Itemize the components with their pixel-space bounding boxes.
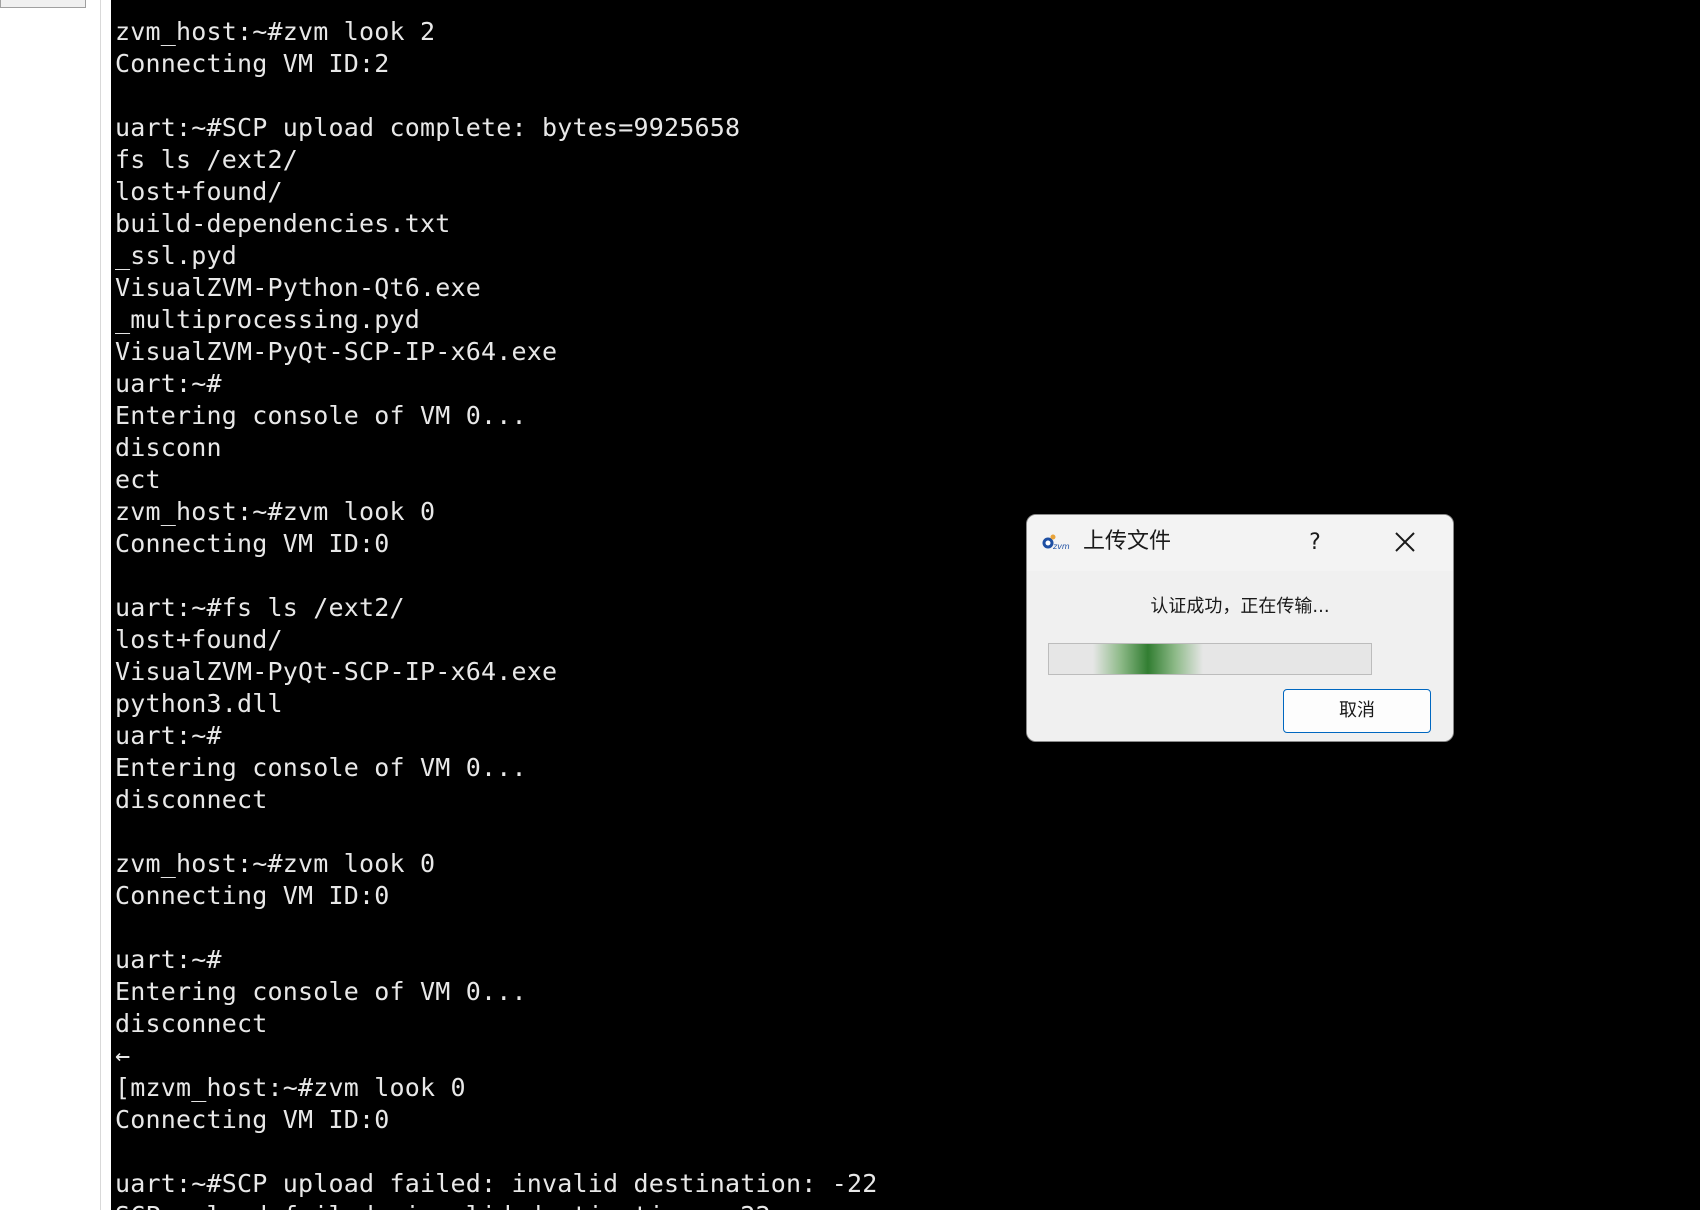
terminal-line: lost+found/ — [115, 177, 283, 206]
terminal-line: Entering console of VM 0... — [115, 401, 527, 430]
upload-file-dialog: zvm 上传文件 ? 认证成功，正在传输... 取消 — [1026, 514, 1454, 742]
terminal-line: zvm_host:~#zvm look 0 — [115, 497, 436, 526]
help-button[interactable]: ? — [1295, 525, 1335, 561]
dialog-title: 上传文件 — [1083, 529, 1172, 554]
terminal-line: build-dependencies.txt — [115, 209, 451, 238]
app-window: zvm_host:~#zvm look 2 Connecting VM ID:2 u… — [0, 0, 1700, 1210]
terminal-line: uart:~# — [115, 369, 222, 398]
terminal-line: _ssl.pyd — [115, 241, 238, 270]
svg-text:zvm: zvm — [1052, 542, 1070, 551]
panel-tab-stub[interactable] — [0, 0, 86, 8]
terminal-line: VisualZVM-PyQt-SCP-IP-x64.exe — [115, 657, 558, 686]
close-button[interactable] — [1385, 525, 1425, 561]
terminal-line: ← — [115, 1041, 131, 1070]
terminal-line: Entering console of VM 0... — [115, 753, 527, 782]
terminal-line: uart:~# — [115, 945, 222, 974]
terminal-line: uart:~#SCP upload failed: invalid destin… — [115, 1169, 878, 1198]
status-message: 认证成功，正在传输... — [1150, 596, 1330, 617]
dialog-body: 认证成功，正在传输... 取消 — [1027, 571, 1453, 741]
terminal-line: disconnect — [115, 1009, 268, 1038]
terminal-line: VisualZVM-PyQt-SCP-IP-x64.exe — [115, 337, 558, 366]
terminal-line: ect — [115, 465, 161, 494]
dialog-titlebar[interactable]: zvm 上传文件 ? — [1027, 515, 1453, 571]
terminal-line: Connecting VM ID:0 — [115, 529, 390, 558]
terminal-line: Connecting VM ID:0 — [115, 881, 390, 910]
terminal-line: VisualZVM-Python-Qt6.exe — [115, 273, 482, 302]
terminal-console[interactable]: zvm_host:~#zvm look 2 Connecting VM ID:2 u… — [111, 0, 1700, 1210]
left-panel — [0, 0, 101, 1210]
progress-bar — [1048, 643, 1372, 675]
terminal-output: zvm_host:~#zvm look 2 Connecting VM ID:2 u… — [115, 16, 878, 1210]
terminal-line: zvm_host:~#zvm look 2 — [115, 17, 436, 46]
terminal-line: uart:~#fs ls /ext2/ — [115, 593, 405, 622]
terminal-line: disconn — [115, 433, 222, 462]
zvm-logo-icon: zvm — [1042, 534, 1070, 551]
progress-indicator — [1093, 644, 1203, 674]
terminal-line: _multiprocessing.pyd — [115, 305, 421, 334]
terminal-line: Connecting VM ID:2 — [115, 49, 390, 78]
terminal-line: SCP upload failed: invalid destination: … — [115, 1200, 878, 1210]
terminal-line: lost+found/ — [115, 625, 283, 654]
terminal-line: uart:~# — [115, 721, 222, 750]
terminal-line: disconnect — [115, 785, 268, 814]
terminal-line: zvm_host:~#zvm look 0 — [115, 849, 436, 878]
terminal-line: Connecting VM ID:0 — [115, 1105, 390, 1134]
terminal-line: python3.dll — [115, 689, 283, 718]
cancel-button[interactable]: 取消 — [1283, 689, 1431, 733]
terminal-line: fs ls /ext2/ — [115, 145, 299, 174]
terminal-line: Entering console of VM 0... — [115, 977, 527, 1006]
terminal-line: [mzvm_host:~#zvm look 0 — [115, 1073, 466, 1102]
terminal-line: uart:~#SCP upload complete: bytes=992565… — [115, 113, 741, 142]
close-icon — [1395, 532, 1415, 552]
